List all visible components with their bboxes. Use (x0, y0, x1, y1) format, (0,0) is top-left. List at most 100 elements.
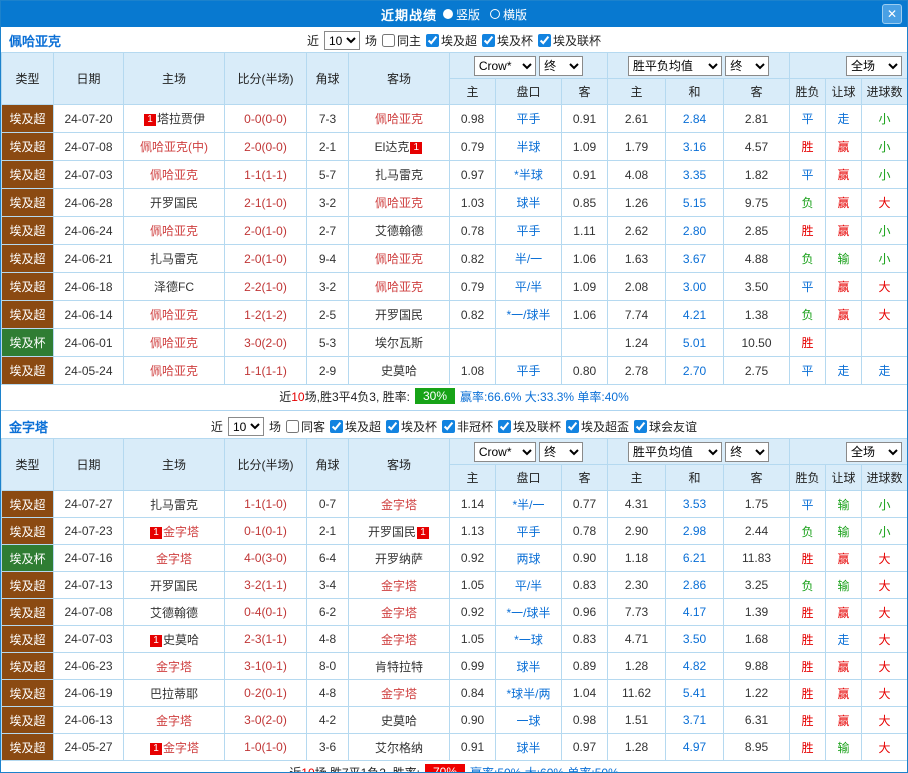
league-filter-label: 非冠杯 (457, 420, 494, 434)
mean-draw-cell: 2.84 (665, 104, 725, 133)
odds-away-cell: 0.89 (560, 652, 609, 680)
league-checkbox[interactable] (329, 420, 343, 433)
league-filter[interactable]: 埃及超 (329, 418, 381, 435)
mean-odds-select[interactable]: 胜平负均值 (627, 441, 722, 462)
league-checkbox[interactable] (566, 420, 580, 433)
matches-table: 类型 日期 主场 比分(半场) 角球 客场 Crow* 终 胜平负均值 终 全场… (1, 52, 907, 385)
odds-home-cell: 0.79 (449, 272, 496, 301)
corner-cell: 9-4 (306, 244, 349, 273)
mean-draw-cell: 2.98 (665, 517, 725, 545)
odds-away-cell: 0.80 (560, 356, 609, 385)
scope-select[interactable]: 全场 (846, 55, 903, 76)
goals-result-cell: 大 (861, 679, 907, 707)
handicap-line-cell: 半/一 (495, 244, 562, 273)
bookmaker-select[interactable]: Crow* (473, 441, 536, 462)
match-row: 埃及超 24-06-23 金字塔 3-1(0-1) 8-0 肯特拉特 0.99 球半 0.89 1… (1, 652, 907, 680)
col-odds-home: 主 (449, 78, 496, 105)
league-checkbox[interactable] (385, 420, 399, 433)
corner-cell: 6-4 (306, 544, 349, 572)
away-team-cell: 埃尔瓦斯 (348, 328, 450, 357)
result-cell: 胜 (789, 132, 827, 161)
goals-result-cell: 大 (861, 652, 907, 680)
result-cell: 平 (789, 490, 827, 518)
league-checkbox[interactable] (498, 420, 512, 433)
mean-away-cell: 11.83 (723, 544, 791, 572)
league-filter[interactable]: 埃及杯 (482, 32, 533, 49)
league-checkbox[interactable] (442, 420, 455, 433)
handicap-line-cell: 平手 (495, 356, 562, 385)
bookmaker-select[interactable]: Crow* (473, 55, 536, 76)
odds-away-cell: 0.91 (560, 160, 609, 189)
league-filter[interactable]: 埃及超 (426, 32, 477, 49)
league-checkbox[interactable] (482, 34, 496, 47)
league-filter[interactable]: 埃及杯 (385, 418, 437, 435)
league-filter[interactable]: 埃及联杯 (498, 418, 561, 435)
rank-badge: 1 (149, 742, 162, 755)
match-date-cell: 24-06-13 (53, 706, 124, 734)
goals-result-cell: 小 (861, 132, 907, 161)
result-cell: 负 (789, 300, 827, 329)
match-date-cell: 24-06-19 (53, 679, 124, 707)
horizontal-layout-option[interactable]: 横版 (490, 6, 527, 23)
league-type-cell: 埃及超 (1, 300, 54, 329)
league-type-cell: 埃及超 (1, 272, 54, 301)
league-type-cell: 埃及超 (1, 652, 54, 680)
final-odds-select[interactable]: 终 (539, 55, 584, 76)
handicap-line-cell: 球半 (495, 188, 562, 217)
odds-away-cell: 1.09 (560, 272, 609, 301)
handicap-line-cell: *一/球半 (495, 300, 562, 329)
league-type-cell: 埃及杯 (1, 544, 54, 572)
league-checkbox[interactable] (634, 420, 648, 433)
radio-unselected-icon[interactable] (490, 9, 500, 19)
handicap-result-cell: 赢 (825, 188, 863, 217)
league-filter[interactable]: 埃及超盃 (566, 418, 629, 435)
corner-cell: 6-2 (306, 598, 349, 626)
scope-select-cell: 全场 (789, 52, 907, 79)
handicap-result-cell: 赢 (825, 216, 863, 245)
league-filter[interactable]: 非冠杯 (442, 418, 493, 435)
corner-cell: 3-2 (306, 272, 349, 301)
handicap-result-cell: 输 (825, 490, 863, 518)
final-odds-select[interactable]: 终 (539, 441, 584, 462)
scope-select-cell: 全场 (789, 438, 907, 465)
rank-badge: 1 (143, 114, 156, 126)
league-checkbox[interactable] (426, 34, 439, 47)
same-venue-checkbox[interactable] (285, 420, 299, 433)
mean-draw-cell: 3.00 (665, 272, 725, 301)
col-score: 比分(半场) (224, 52, 307, 105)
mean-odds-select[interactable]: 胜平负均值 (627, 55, 722, 76)
final-mean-select[interactable]: 终 (725, 441, 770, 462)
match-date-cell: 24-06-24 (53, 216, 124, 245)
league-filter[interactable]: 埃及联杯 (538, 32, 601, 49)
mean-home-cell: 2.90 (607, 517, 667, 545)
team-name: 佩哈亚克 (9, 34, 62, 49)
same-venue-filter[interactable]: 同主 (381, 32, 421, 49)
vertical-layout-option[interactable]: 竖版 (442, 6, 480, 23)
recent-count-select[interactable]: 10 (323, 31, 360, 50)
mean-select-cell: 胜平负均值 终 (607, 438, 791, 465)
same-venue-filter[interactable]: 同客 (285, 418, 325, 435)
radio-selected-icon[interactable] (442, 9, 453, 19)
odds-home-cell: 0.78 (449, 216, 496, 245)
match-date-cell: 24-05-27 (53, 733, 124, 761)
mean-draw-cell: 2.70 (665, 356, 725, 385)
same-venue-checkbox[interactable] (381, 34, 395, 47)
mean-away-cell: 6.31 (723, 706, 791, 734)
score-cell: 1-1(1-0) (224, 490, 307, 518)
odds-home-cell (449, 328, 496, 357)
final-mean-select[interactable]: 终 (725, 55, 770, 76)
handicap-result-cell: 输 (825, 733, 863, 761)
odds-select-cell: Crow* 终 (448, 52, 609, 79)
col-mean-home: 主 (607, 78, 667, 105)
scope-select[interactable]: 全场 (846, 441, 903, 462)
corner-cell: 4-2 (306, 706, 349, 734)
league-checkbox[interactable] (538, 34, 552, 47)
league-filters: 埃及超 埃及杯 非冠杯 埃及联杯 埃及超盃 球会友谊 (329, 418, 697, 435)
col-corner: 角球 (306, 438, 349, 491)
league-filter[interactable]: 球会友谊 (634, 418, 697, 435)
recent-count-select[interactable]: 10 (227, 417, 264, 436)
odds-home-cell: 1.14 (449, 490, 496, 518)
col-score: 比分(半场) (224, 438, 307, 491)
home-team-cell: 金字塔 (123, 544, 225, 572)
close-icon[interactable]: ✕ (882, 4, 902, 24)
